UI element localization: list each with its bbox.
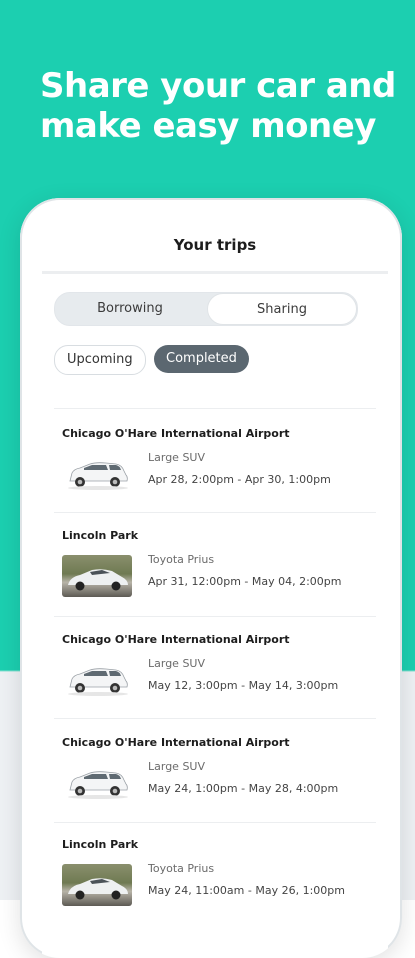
trip-dates: May 24, 11:00am - May 26, 1:00pm [148,884,345,897]
trip-location: Lincoln Park [62,529,139,542]
tab-sharing[interactable]: Sharing [207,293,357,325]
trip-item[interactable]: Lincoln Park Toyota Prius Apr 31, 12:00p… [62,529,362,625]
car-thumbnail [62,555,132,597]
borrowing-sharing-toggle: Borrowing Sharing [54,292,358,326]
filter-completed[interactable]: Completed [154,345,249,373]
filter-upcoming[interactable]: Upcoming [54,345,146,375]
trip-dates: May 12, 3:00pm - May 14, 3:00pm [148,679,339,692]
car-thumbnail [62,453,132,495]
list-divider [54,822,376,823]
trip-item[interactable]: Chicago O'Hare International Airport Lar… [62,427,362,523]
trip-item[interactable]: Chicago O'Hare International Airport Lar… [62,736,362,832]
trip-item[interactable]: Lincoln Park Toyota Prius May 24, 11:00a… [62,838,362,934]
suv-icon [62,453,132,495]
car-thumbnail [62,659,132,701]
trip-dates: Apr 28, 2:00pm - Apr 30, 1:00pm [148,473,331,486]
vehicle-type: Large SUV [148,657,206,670]
list-divider [54,408,376,409]
vehicle-type: Large SUV [148,760,206,773]
trip-item[interactable]: Chicago O'Hare International Airport Lar… [62,633,362,729]
vehicle-type: Toyota Prius [148,553,215,566]
vehicle-type: Toyota Prius [148,862,215,875]
title-divider [42,271,388,274]
list-divider [54,718,376,719]
car-thumbnail [62,762,132,804]
list-divider [54,512,376,513]
page-title: Your trips [173,236,257,254]
list-divider [54,616,376,617]
suv-icon [62,762,132,804]
app-screen: Your trips Borrowing Sharing Upcoming Co… [42,216,388,958]
prius-photo-icon [68,569,128,591]
trip-location: Chicago O'Hare International Airport [62,736,290,749]
trip-dates: May 24, 1:00pm - May 28, 4:00pm [148,782,339,795]
headline: Share your car and make easy money [40,66,396,146]
phone-frame: Your trips Borrowing Sharing Upcoming Co… [20,198,402,958]
trip-location: Lincoln Park [62,838,139,851]
vehicle-type: Large SUV [148,451,206,464]
suv-icon [62,659,132,701]
trip-location: Chicago O'Hare International Airport [62,427,290,440]
trip-dates: Apr 31, 12:00pm - May 04, 2:00pm [148,575,342,588]
tab-borrowing[interactable]: Borrowing [55,293,205,325]
trip-location: Chicago O'Hare International Airport [62,633,290,646]
